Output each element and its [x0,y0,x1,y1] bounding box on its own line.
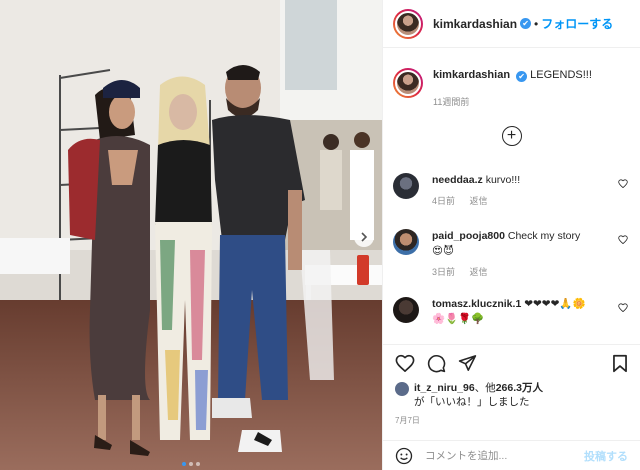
verified-badge-icon: ✔ [520,18,532,29]
divider [383,344,640,345]
heart-icon[interactable] [618,179,628,188]
carousel-indicator [0,462,382,466]
comment-item: needdaa.z kurvo!!! 4日前 返信 [393,173,630,209]
comment-bubble-icon [427,354,446,372]
photo-illustration [0,0,382,470]
comment-username[interactable]: needdaa.z [432,174,483,186]
save-button[interactable] [612,354,628,373]
caption-avatar[interactable] [393,68,423,98]
comment-username[interactable]: tomasz.klucznik.1 [432,298,521,310]
liker-avatar[interactable] [395,382,409,396]
caption: kimkardashian ✔ LEGENDS!!! 11週間前 [393,68,630,110]
paper-plane-icon [458,355,477,371]
comment-time: 4日前 [432,196,456,206]
bookmark-icon [613,354,627,372]
comment-avatar[interactable] [393,229,419,255]
liker-username[interactable]: it_z_niru_96 [414,382,475,394]
comment-emoji: 😍😈 [432,245,454,257]
post-header: kimkardashian ✔ • フォローする [383,0,640,48]
comment-item: tomasz.klucznik.1 ❤❤❤❤🙏🌼 🌸🌷🌹🌳 [393,297,630,327]
caption-time: 11週間前 [433,97,470,107]
heart-icon[interactable] [618,303,628,312]
heart-icon[interactable] [618,235,628,244]
avatar[interactable] [393,8,423,39]
likes-others-prefix: 、他 [474,382,496,394]
post-side-panel: kimkardashian ✔ • フォローする kimkardashian ✔… [382,0,640,470]
verified-badge-icon: ✔ [516,71,528,82]
post-username[interactable]: kimkardashian [433,17,517,31]
share-button[interactable] [458,354,477,372]
action-bar [383,348,640,378]
comment-avatar[interactable] [393,297,419,323]
next-photo-button[interactable] [354,227,374,247]
post-comment-button[interactable]: 投稿する [584,448,628,464]
comment-text: kurvo!!! [485,174,521,186]
header-separator: • [534,16,539,31]
post-date[interactable]: 7月7日 [395,415,420,426]
plus-circle-icon[interactable]: + [501,126,522,146]
carousel-dot [182,462,186,466]
comment-item: paid_pooja800 Check my story 😍😈 3日前 返信 [393,229,630,280]
comment-text: ❤❤❤❤🙏🌼 [524,298,586,310]
caption-text: LEGENDS!!! [530,69,592,81]
comment-username[interactable]: paid_pooja800 [432,230,505,242]
likes-summary: it_z_niru_96、他266.3万人 が「いいね！」しました [395,381,630,409]
reply-button[interactable]: 返信 [470,196,488,206]
comment-composer: 投稿する [383,440,640,470]
comment-emoji: 🌸🌷🌹🌳 [432,313,485,325]
chevron-right-icon [361,232,368,242]
post-photo[interactable] [0,0,382,470]
like-button[interactable] [395,354,415,372]
likes-suffix: が「いいね！」しました [414,396,530,408]
comment-avatar[interactable] [393,173,419,199]
comment-input[interactable] [425,449,584,462]
carousel-dot [196,462,200,466]
comment-button[interactable] [427,354,446,373]
comment-time: 3日前 [432,267,456,277]
heart-icon [395,354,415,372]
follow-button[interactable]: フォローする [541,15,613,32]
comment-text: Check my story [507,230,581,242]
emoji-smiley-icon[interactable] [395,447,413,465]
carousel-dot [189,462,193,466]
reply-button[interactable]: 返信 [470,267,488,277]
caption-username[interactable]: kimkardashian [433,69,510,81]
load-more-comments[interactable]: + [393,126,630,146]
likes-count[interactable]: 266.3万人 [496,382,543,394]
